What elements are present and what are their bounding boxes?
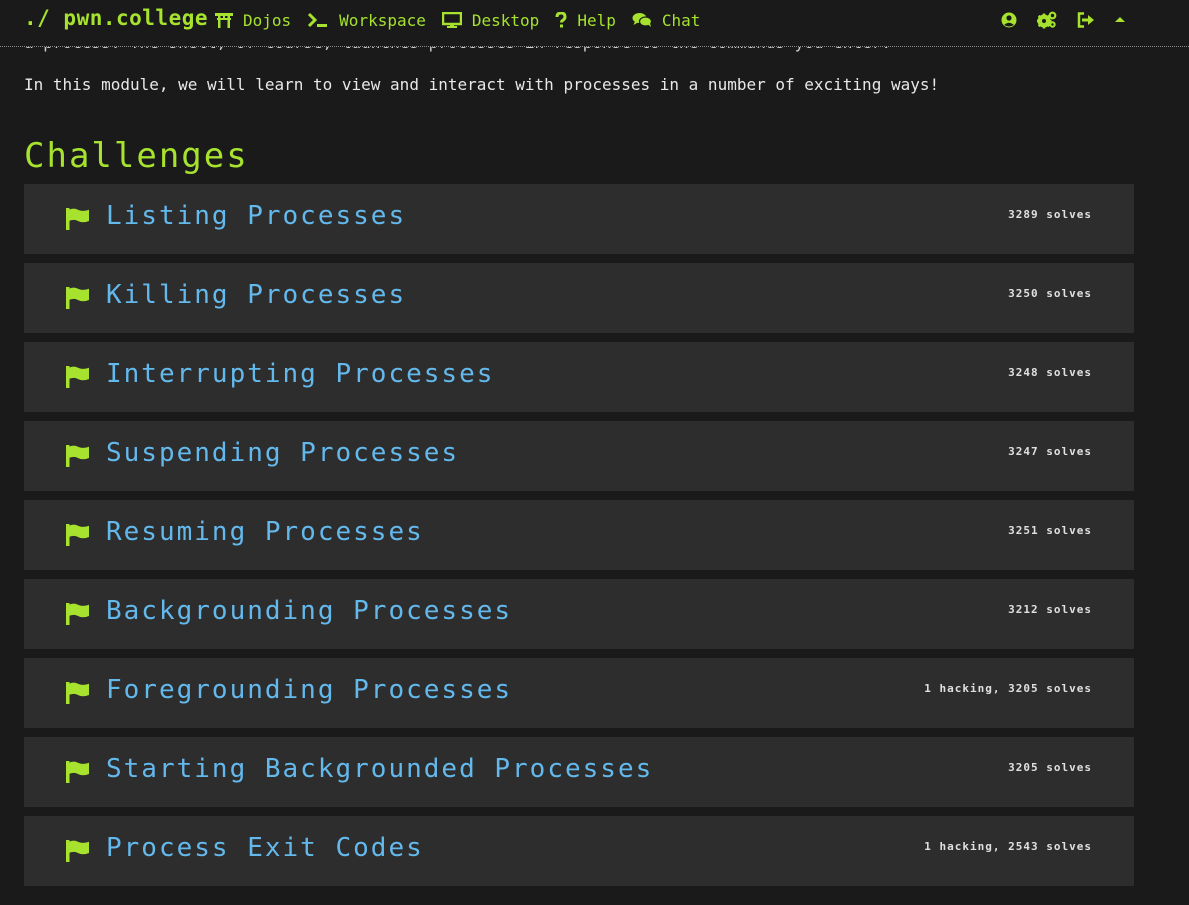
torii-gate-icon	[215, 12, 233, 28]
nav-chat-label: Chat	[661, 10, 701, 30]
flag-icon	[66, 840, 90, 866]
user-circle-icon[interactable]	[1001, 12, 1017, 28]
challenge-title[interactable]: Backgrounding Processes	[106, 596, 512, 626]
top-navbar: ./ pwn.college Dojos Workspace Desktop H…	[0, 0, 1189, 47]
nav-links: Dojos Workspace Desktop Help Chat	[215, 0, 716, 40]
challenge-list: Listing Processes 3289 solves Killing Pr…	[24, 184, 1134, 895]
flag-icon	[66, 524, 90, 550]
challenge-title[interactable]: Suspending Processes	[106, 438, 459, 468]
flag-icon	[66, 603, 90, 629]
nav-dojos-label: Dojos	[243, 10, 292, 30]
settings-cogs-icon[interactable]	[1037, 11, 1057, 29]
challenge-card[interactable]: Process Exit Codes 1 hacking, 2543 solve…	[24, 816, 1134, 886]
flag-icon	[66, 682, 90, 708]
nav-workspace[interactable]: Workspace	[307, 11, 426, 30]
challenge-solves: 3248 solves	[1008, 366, 1092, 379]
challenge-title[interactable]: Starting Backgrounded Processes	[106, 754, 653, 784]
challenge-solves: 3205 solves	[1008, 761, 1092, 774]
challenge-card[interactable]: Starting Backgrounded Processes 3205 sol…	[24, 737, 1134, 807]
challenge-title[interactable]: Resuming Processes	[106, 517, 424, 547]
nav-help-label: Help	[577, 10, 616, 30]
challenge-card[interactable]: Interrupting Processes 3248 solves	[24, 342, 1134, 412]
sign-out-icon[interactable]	[1077, 12, 1095, 28]
challenge-card[interactable]: Resuming Processes 3251 solves	[24, 500, 1134, 570]
nav-desktop-label: Desktop	[471, 10, 540, 30]
terminal-icon	[307, 12, 329, 28]
flag-icon	[66, 366, 90, 392]
challenge-card[interactable]: Foregrounding Processes 1 hacking, 3205 …	[24, 658, 1134, 728]
caret-up-icon[interactable]	[1115, 16, 1125, 24]
challenge-solves: 3247 solves	[1008, 445, 1092, 458]
flag-icon	[66, 287, 90, 313]
nav-help[interactable]: Help	[555, 11, 616, 30]
challenge-title[interactable]: Killing Processes	[106, 280, 406, 310]
challenges-heading: Challenges	[24, 136, 249, 176]
comments-icon	[632, 12, 652, 28]
module-intro-text: In this module, we will learn to view an…	[24, 75, 940, 94]
flag-icon	[66, 208, 90, 234]
flag-icon	[66, 445, 90, 471]
nav-dojos[interactable]: Dojos	[215, 11, 291, 30]
nav-desktop[interactable]: Desktop	[441, 10, 540, 30]
nav-chat[interactable]: Chat	[632, 10, 701, 30]
challenge-card[interactable]: Listing Processes 3289 solves	[24, 184, 1134, 254]
nav-right-icons	[981, 0, 1125, 40]
flag-icon	[66, 761, 90, 787]
challenge-solves: 3250 solves	[1008, 287, 1092, 300]
challenge-card[interactable]: Suspending Processes 3247 solves	[24, 421, 1134, 491]
challenge-solves: 1 hacking, 2543 solves	[924, 840, 1092, 853]
desktop-icon	[441, 12, 462, 28]
challenge-title[interactable]: Listing Processes	[106, 201, 406, 231]
challenge-solves: 3251 solves	[1008, 524, 1092, 537]
challenge-solves: 3212 solves	[1008, 603, 1092, 616]
challenge-solves: 3289 solves	[1008, 208, 1092, 221]
challenge-solves: 1 hacking, 3205 solves	[924, 682, 1092, 695]
challenge-title[interactable]: Interrupting Processes	[106, 359, 494, 389]
brand-logo[interactable]: ./ pwn.college	[24, 6, 208, 30]
challenge-card[interactable]: Killing Processes 3250 solves	[24, 263, 1134, 333]
question-icon	[555, 12, 567, 28]
nav-workspace-label: Workspace	[339, 10, 426, 30]
challenge-title[interactable]: Process Exit Codes	[106, 833, 424, 863]
challenge-card[interactable]: Backgrounding Processes 3212 solves	[24, 579, 1134, 649]
challenge-title[interactable]: Foregrounding Processes	[106, 675, 512, 705]
